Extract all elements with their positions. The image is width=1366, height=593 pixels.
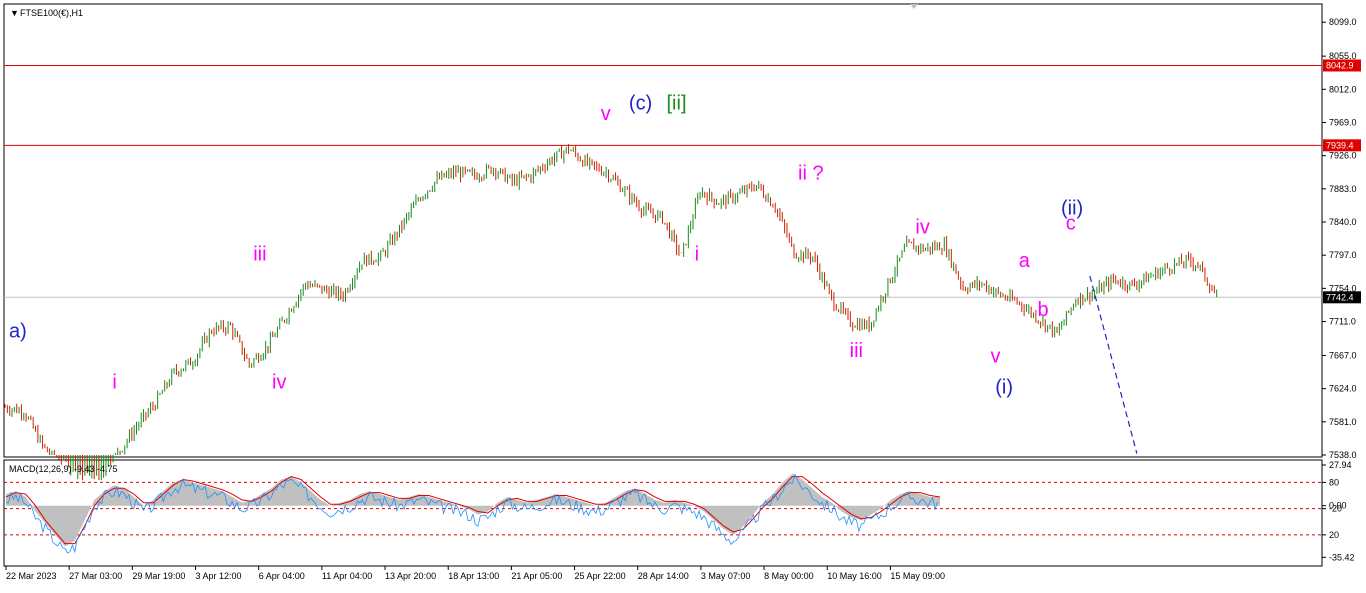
price-tick-label: 8012.0 — [1329, 84, 1357, 94]
price-tick-label: 7581.0 — [1329, 417, 1357, 427]
wave-label: b — [1038, 299, 1049, 321]
time-tick-label: 29 Mar 19:00 — [132, 571, 185, 581]
wave-label: c — [1066, 213, 1076, 235]
time-tick-label: 3 May 07:00 — [701, 571, 751, 581]
wave-label: iv — [272, 372, 286, 394]
price-tick-label: 7538.0 — [1329, 450, 1357, 460]
macd-tick-label: -20 — [1329, 504, 1342, 514]
time-tick-label: 8 May 00:00 — [764, 571, 814, 581]
wave-label: i — [112, 372, 116, 394]
price-tick-label: 7883.0 — [1329, 184, 1357, 194]
time-tick-label: 13 Apr 20:00 — [385, 571, 436, 581]
symbol-dropdown-icon[interactable]: ▼ — [10, 8, 19, 18]
price-tick-label: 8099.0 — [1329, 17, 1357, 27]
macd-tick-label: 20 — [1329, 530, 1339, 540]
wave-label: i — [695, 244, 699, 266]
price-tick-label: 7711.0 — [1329, 317, 1356, 327]
wave-label: iii — [253, 244, 266, 266]
time-tick-label: 27 Mar 03:00 — [69, 571, 122, 581]
macd-label: MACD(12,26,9) -9.43 -4.75 — [9, 464, 118, 474]
symbol-label: FTSE100(€),H1 — [20, 8, 83, 18]
time-tick-label: 15 May 09:00 — [890, 571, 945, 581]
wave-label: ii ? — [798, 163, 824, 185]
wave-label: a) — [9, 321, 27, 343]
chart-window: 8042.9 7939.4 7742.4 a) i iii iv v (c) [ii] i ii ?… — [0, 0, 1366, 588]
time-tick-label: 28 Apr 14:00 — [638, 571, 689, 581]
price-tick-label: 7667.0 — [1329, 350, 1357, 360]
wave-label: v — [601, 103, 611, 125]
wave-label: v — [991, 345, 1001, 367]
time-tick-label: 10 May 16:00 — [827, 571, 882, 581]
time-tick-label: 18 Apr 13:00 — [448, 571, 499, 581]
price-tick-label: 7754.0 — [1329, 283, 1357, 293]
price-tick-label: 8055.0 — [1329, 51, 1357, 61]
time-tick-label: 21 Apr 05:00 — [511, 571, 562, 581]
time-tick-label: 6 Apr 04:00 — [259, 571, 305, 581]
time-tick-label: 11 Apr 04:00 — [322, 571, 372, 581]
wave-label: (i) — [995, 376, 1013, 398]
resistance-price-label: 8042.9 — [1326, 60, 1354, 70]
macd-tick-label: 27.94 — [1329, 460, 1352, 470]
time-tick-label: 22 Mar 2023 — [6, 571, 57, 581]
wave-label: a — [1019, 250, 1031, 272]
chart-svg: 8042.97939.47742.4 a)iiiiivv (c) [ii]iii ?… — [0, 0, 1366, 588]
wave-label: [ii] — [667, 92, 687, 114]
price-tick-label: 7624.0 — [1329, 384, 1357, 394]
wave-label: iv — [915, 217, 929, 239]
current-price-label: 7742.4 — [1326, 292, 1354, 302]
price-tick-label: 7840.0 — [1329, 217, 1357, 227]
wave-label: (c) — [629, 92, 652, 114]
wave-label: iii — [850, 340, 863, 362]
price-tick-label: 7797.0 — [1329, 250, 1357, 260]
resistance-price-label: 7939.4 — [1326, 140, 1354, 150]
price-tick-label: 7926.0 — [1329, 151, 1357, 161]
time-tick-label: 25 Apr 22:00 — [575, 571, 626, 581]
macd-tick-label: 80 — [1329, 477, 1339, 487]
macd-tick-label: -35.42 — [1329, 552, 1355, 562]
price-tick-label: 7969.0 — [1329, 117, 1357, 127]
time-tick-label: 3 Apr 12:00 — [196, 571, 242, 581]
